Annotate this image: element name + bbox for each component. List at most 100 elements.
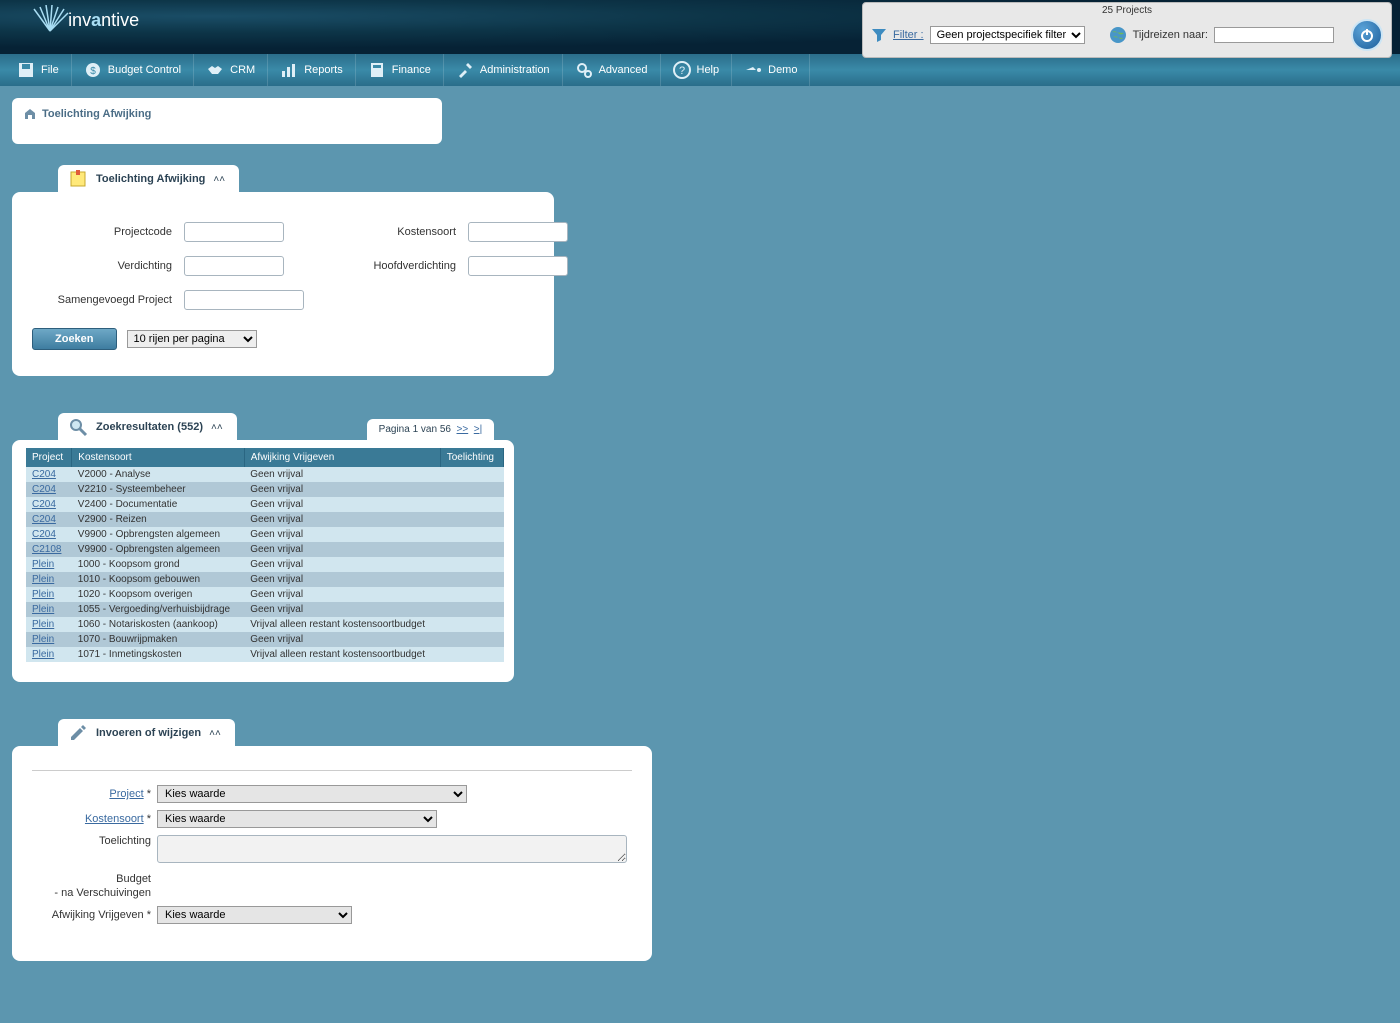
- menu-finance[interactable]: Finance: [356, 54, 444, 86]
- project-link[interactable]: C204: [32, 499, 56, 510]
- edit-project-link[interactable]: Project: [109, 788, 143, 800]
- cell-afwijking: Geen vrijval: [244, 527, 440, 542]
- time-travel-input[interactable]: [1214, 27, 1334, 43]
- search-section-tab: Toelichting Afwijking ˄˄: [58, 165, 239, 193]
- cell-afwijking: Geen vrijval: [244, 512, 440, 527]
- menu-help[interactable]: ?Help: [661, 54, 733, 86]
- divider: [32, 770, 632, 771]
- table-row[interactable]: C2108 V9900 - Opbrengsten algemeenGeen vr…: [26, 542, 504, 557]
- table-row[interactable]: Plein 1071 - InmetingskostenVrijval allee…: [26, 647, 504, 662]
- power-button[interactable]: [1351, 19, 1383, 51]
- table-row[interactable]: C204V9900 - Opbrengsten algemeenGeen vri…: [26, 527, 504, 542]
- rows-per-page-select[interactable]: 10 rijen per pagina: [127, 330, 257, 348]
- project-link[interactable]: Plein: [32, 619, 54, 630]
- collapse-toggle[interactable]: ˄˄: [213, 174, 225, 185]
- table-row[interactable]: Plein1020 - Koopsom overigenGeen vrijval: [26, 587, 504, 602]
- edit-tab-label: Invoeren of wijzigen: [96, 727, 201, 739]
- demo-icon: [744, 61, 762, 79]
- handshake-icon: [206, 61, 224, 79]
- cell-afwijking: Geen vrijval: [244, 572, 440, 587]
- filter-select[interactable]: Geen projectspecifiek filter: [930, 26, 1085, 44]
- cell-kostensoort: 1020 - Koopsom overigen: [72, 587, 244, 602]
- edit-kostensoort-select[interactable]: Kies waarde: [157, 810, 437, 828]
- logo-burst-icon: [30, 5, 70, 35]
- cell-afwijking: Geen vrijval: [244, 497, 440, 512]
- project-link[interactable]: C204: [32, 469, 56, 480]
- table-row[interactable]: C204V2400 - DocumentatieGeen vrijval: [26, 497, 504, 512]
- cell-kostensoort: 1071 - Inmetingskosten: [72, 647, 244, 662]
- input-samengevoegd[interactable]: [184, 290, 304, 310]
- table-row[interactable]: Plein1070 - BouwrijpmakenGeen vrijval: [26, 632, 504, 647]
- menu-crm[interactable]: CRM: [194, 54, 268, 86]
- cell-afwijking: Geen vrijval: [244, 542, 440, 557]
- table-row[interactable]: Plein1060 - Notariskosten (aankoop)Vrijv…: [26, 617, 504, 632]
- search-tab-label: Toelichting Afwijking: [96, 173, 205, 185]
- project-link[interactable]: Plein: [32, 634, 54, 645]
- input-projectcode[interactable]: [184, 222, 284, 242]
- cell-kostensoort: 1055 - Vergoeding/verhuisbijdrage: [72, 602, 244, 617]
- search-section: Toelichting Afwijking ˄˄ Projectcode Kos…: [12, 164, 1388, 376]
- logo: invantive: [30, 5, 139, 35]
- search-button[interactable]: Zoeken: [32, 328, 117, 350]
- cell-kostensoort: V2900 - Reizen: [72, 512, 244, 527]
- project-link[interactable]: C204: [32, 514, 56, 525]
- column-header: Afwijking Vrijgeven: [244, 448, 440, 467]
- project-link[interactable]: Plein: [32, 649, 54, 660]
- collapse-toggle[interactable]: ˄˄: [211, 422, 223, 433]
- menu-file[interactable]: File: [5, 54, 72, 86]
- label-verdichting: Verdichting: [32, 260, 172, 272]
- table-row[interactable]: Plein1000 - Koopsom grondGeen vrijval: [26, 557, 504, 572]
- menu-budget-control[interactable]: $Budget Control: [72, 54, 194, 86]
- projects-count: 25 Projects: [871, 5, 1383, 16]
- cell-toelichting: [440, 512, 503, 527]
- edit-budget-sub-label: - na Verschuivingen: [32, 887, 157, 899]
- menu-advanced[interactable]: Advanced: [563, 54, 661, 86]
- project-link[interactable]: Plein: [32, 589, 54, 600]
- pagination-next[interactable]: >>: [457, 424, 469, 435]
- input-kostensoort[interactable]: [468, 222, 568, 242]
- top-header: invantive 25 Projects Filter : Geen proj…: [0, 0, 1400, 54]
- edit-toelichting-textarea[interactable]: [157, 835, 627, 863]
- cell-afwijking: Vrijval alleen restant kostensoortbudget: [244, 617, 440, 632]
- cell-toelichting: [440, 632, 503, 647]
- chart-icon: [280, 61, 298, 79]
- project-link[interactable]: Plein: [32, 559, 54, 570]
- note-icon: [68, 169, 88, 189]
- project-link[interactable]: C204: [32, 484, 56, 495]
- cell-kostensoort: V9900 - Opbrengsten algemeen: [72, 542, 244, 557]
- input-hoofdverdichting[interactable]: [468, 256, 568, 276]
- edit-budget-label: Budget: [32, 873, 157, 885]
- results-table: ProjectKostensoortAfwijking VrijgevenToe…: [26, 448, 504, 662]
- edit-afwijking-select[interactable]: Kies waarde: [157, 906, 352, 924]
- menu-reports[interactable]: Reports: [268, 54, 356, 86]
- breadcrumb-title: Toelichting Afwijking: [42, 108, 151, 120]
- project-link[interactable]: Plein: [32, 604, 54, 615]
- save-icon: [17, 61, 35, 79]
- pagination-last[interactable]: >|: [474, 424, 482, 435]
- label-samengevoegd: Samengevoegd Project: [32, 294, 172, 306]
- menu-demo[interactable]: Demo: [732, 54, 810, 86]
- input-verdichting[interactable]: [184, 256, 284, 276]
- project-link[interactable]: Plein: [32, 574, 54, 585]
- project-link[interactable]: C2108: [32, 544, 61, 555]
- cell-toelichting: [440, 587, 503, 602]
- table-row[interactable]: Plein1010 - Koopsom gebouwenGeen vrijval: [26, 572, 504, 587]
- edit-kostensoort-link[interactable]: Kostensoort: [85, 813, 144, 825]
- home-icon: [24, 108, 36, 120]
- breadcrumb-panel: Toelichting Afwijking: [12, 98, 442, 144]
- collapse-toggle[interactable]: ˄˄: [209, 728, 221, 739]
- menu-administration[interactable]: Administration: [444, 54, 563, 86]
- funnel-icon: [871, 27, 887, 43]
- table-row[interactable]: C204V2210 - SysteembeheerGeen vrijval: [26, 482, 504, 497]
- table-row[interactable]: Plein1055 - Vergoeding/verhuisbijdrageGe…: [26, 602, 504, 617]
- help-icon: ?: [673, 61, 691, 79]
- table-row[interactable]: C204 V2900 - ReizenGeen vrijval: [26, 512, 504, 527]
- filter-link[interactable]: Filter :: [893, 29, 924, 41]
- svg-text:$: $: [90, 66, 96, 77]
- edit-section: Invoeren of wijzigen ˄˄ Project * Kies w…: [12, 718, 1388, 961]
- table-row[interactable]: C204V2000 - AnalyseGeen vrijval: [26, 467, 504, 482]
- cell-afwijking: Vrijval alleen restant kostensoortbudget: [244, 647, 440, 662]
- column-header: Project: [26, 448, 72, 467]
- project-link[interactable]: C204: [32, 529, 56, 540]
- edit-project-select[interactable]: Kies waarde: [157, 785, 467, 803]
